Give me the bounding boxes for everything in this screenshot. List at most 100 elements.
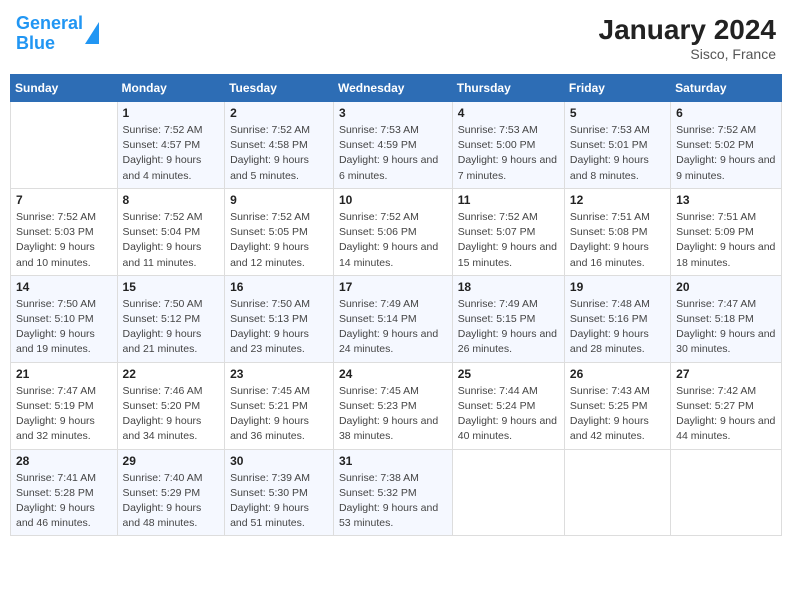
day-detail: Sunrise: 7:45 AMSunset: 5:23 PMDaylight:… [339,384,447,445]
day-number: 26 [570,367,665,381]
header-day-friday: Friday [564,75,670,102]
calendar-cell: 23 Sunrise: 7:45 AMSunset: 5:21 PMDayligh… [225,362,334,449]
day-detail: Sunrise: 7:52 AMSunset: 5:02 PMDaylight:… [676,123,776,184]
day-number: 19 [570,280,665,294]
day-detail: Sunrise: 7:52 AMSunset: 5:07 PMDaylight:… [458,210,559,271]
day-detail: Sunrise: 7:53 AMSunset: 5:01 PMDaylight:… [570,123,665,184]
day-number: 21 [16,367,112,381]
calendar-cell: 10Sunrise: 7:52 AMSunset: 5:06 PMDayligh… [333,188,452,275]
calendar-cell: 6Sunrise: 7:52 AMSunset: 5:02 PMDaylight… [671,102,782,189]
calendar-cell: 19 Sunrise: 7:48 AMSunset: 5:16 PMDayligh… [564,275,670,362]
day-number: 9 [230,193,328,207]
day-number: 22 [123,367,220,381]
day-number: 20 [676,280,776,294]
day-detail: Sunrise: 7:50 AMSunset: 5:10 PMDaylight:… [16,297,112,358]
day-detail: Sunrise: 7:52 AMSunset: 5:03 PMDaylight:… [16,210,112,271]
calendar-cell: 25 Sunrise: 7:44 AMSunset: 5:24 PMDayligh… [452,362,564,449]
page-header: GeneralBlue January 2024 Sisco, France [10,10,782,66]
calendar-cell [452,449,564,536]
calendar-cell: 31 Sunrise: 7:38 AMSunset: 5:32 PMDayligh… [333,449,452,536]
title-block: January 2024 Sisco, France [599,14,776,62]
header-day-thursday: Thursday [452,75,564,102]
calendar-cell: 1Sunrise: 7:52 AMSunset: 4:57 PMDaylight… [117,102,225,189]
day-detail: Sunrise: 7:47 AMSunset: 5:18 PMDaylight:… [676,297,776,358]
calendar-cell: 22Sunrise: 7:46 AMSunset: 5:20 PMDayligh… [117,362,225,449]
header-day-monday: Monday [117,75,225,102]
calendar-week-5: 28 Sunrise: 7:41 AMSunset: 5:28 PMDayligh… [11,449,782,536]
day-number: 28 [16,454,112,468]
day-detail: Sunrise: 7:49 AMSunset: 5:15 PMDaylight:… [458,297,559,358]
day-detail: Sunrise: 7:43 AMSunset: 5:25 PMDaylight:… [570,384,665,445]
day-detail: Sunrise: 7:40 AMSunset: 5:29 PMDaylight:… [123,471,220,532]
day-detail: Sunrise: 7:52 AMSunset: 4:57 PMDaylight:… [123,123,220,184]
day-number: 23 [230,367,328,381]
calendar-cell: 7Sunrise: 7:52 AMSunset: 5:03 PMDaylight… [11,188,118,275]
day-number: 31 [339,454,447,468]
header-day-saturday: Saturday [671,75,782,102]
calendar-cell: 12Sunrise: 7:51 AMSunset: 5:08 PMDayligh… [564,188,670,275]
day-number: 4 [458,106,559,120]
calendar-cell: 20 Sunrise: 7:47 AMSunset: 5:18 PMDayligh… [671,275,782,362]
calendar-cell: 11 Sunrise: 7:52 AMSunset: 5:07 PMDayligh… [452,188,564,275]
calendar-cell: 17 Sunrise: 7:49 AMSunset: 5:14 PMDayligh… [333,275,452,362]
day-detail: Sunrise: 7:52 AMSunset: 4:58 PMDaylight:… [230,123,328,184]
calendar-cell: 9 Sunrise: 7:52 AMSunset: 5:05 PMDaylight… [225,188,334,275]
calendar-cell [11,102,118,189]
calendar-cell: 16 Sunrise: 7:50 AMSunset: 5:13 PMDayligh… [225,275,334,362]
day-detail: Sunrise: 7:52 AMSunset: 5:04 PMDaylight:… [123,210,220,271]
calendar-cell: 30 Sunrise: 7:39 AMSunset: 5:30 PMDayligh… [225,449,334,536]
calendar-title: January 2024 [599,14,776,46]
day-detail: Sunrise: 7:41 AMSunset: 5:28 PMDaylight:… [16,471,112,532]
day-number: 8 [123,193,220,207]
calendar-week-2: 7Sunrise: 7:52 AMSunset: 5:03 PMDaylight… [11,188,782,275]
calendar-cell: 4 Sunrise: 7:53 AMSunset: 5:00 PMDaylight… [452,102,564,189]
day-detail: Sunrise: 7:53 AMSunset: 4:59 PMDaylight:… [339,123,447,184]
day-detail: Sunrise: 7:50 AMSunset: 5:12 PMDaylight:… [123,297,220,358]
calendar-cell: 26 Sunrise: 7:43 AMSunset: 5:25 PMDayligh… [564,362,670,449]
calendar-week-1: 1Sunrise: 7:52 AMSunset: 4:57 PMDaylight… [11,102,782,189]
calendar-week-4: 21Sunrise: 7:47 AMSunset: 5:19 PMDayligh… [11,362,782,449]
day-detail: Sunrise: 7:50 AMSunset: 5:13 PMDaylight:… [230,297,328,358]
day-number: 30 [230,454,328,468]
calendar-cell: 14 Sunrise: 7:50 AMSunset: 5:10 PMDayligh… [11,275,118,362]
day-detail: Sunrise: 7:39 AMSunset: 5:30 PMDaylight:… [230,471,328,532]
day-detail: Sunrise: 7:49 AMSunset: 5:14 PMDaylight:… [339,297,447,358]
day-detail: Sunrise: 7:51 AMSunset: 5:09 PMDaylight:… [676,210,776,271]
day-number: 11 [458,193,559,207]
calendar-week-3: 14 Sunrise: 7:50 AMSunset: 5:10 PMDayligh… [11,275,782,362]
day-number: 14 [16,280,112,294]
logo-icon [85,22,99,44]
day-number: 17 [339,280,447,294]
calendar-cell: 18 Sunrise: 7:49 AMSunset: 5:15 PMDayligh… [452,275,564,362]
day-number: 12 [570,193,665,207]
day-number: 16 [230,280,328,294]
header-row: SundayMondayTuesdayWednesdayThursdayFrid… [11,75,782,102]
calendar-cell: 27Sunrise: 7:42 AMSunset: 5:27 PMDayligh… [671,362,782,449]
day-detail: Sunrise: 7:45 AMSunset: 5:21 PMDaylight:… [230,384,328,445]
calendar-cell: 5Sunrise: 7:53 AMSunset: 5:01 PMDaylight… [564,102,670,189]
day-number: 10 [339,193,447,207]
day-detail: Sunrise: 7:44 AMSunset: 5:24 PMDaylight:… [458,384,559,445]
header-day-tuesday: Tuesday [225,75,334,102]
calendar-cell: 29 Sunrise: 7:40 AMSunset: 5:29 PMDayligh… [117,449,225,536]
calendar-cell: 28 Sunrise: 7:41 AMSunset: 5:28 PMDayligh… [11,449,118,536]
day-detail: Sunrise: 7:52 AMSunset: 5:05 PMDaylight:… [230,210,328,271]
day-number: 25 [458,367,559,381]
calendar-subtitle: Sisco, France [599,46,776,62]
header-day-wednesday: Wednesday [333,75,452,102]
logo: GeneralBlue [16,14,99,54]
calendar-cell: 2Sunrise: 7:52 AMSunset: 4:58 PMDaylight… [225,102,334,189]
day-detail: Sunrise: 7:38 AMSunset: 5:32 PMDaylight:… [339,471,447,532]
header-day-sunday: Sunday [11,75,118,102]
logo-text: GeneralBlue [16,14,83,54]
calendar-cell: 15 Sunrise: 7:50 AMSunset: 5:12 PMDayligh… [117,275,225,362]
day-number: 3 [339,106,447,120]
calendar-table: SundayMondayTuesdayWednesdayThursdayFrid… [10,74,782,536]
day-detail: Sunrise: 7:48 AMSunset: 5:16 PMDaylight:… [570,297,665,358]
calendar-cell [564,449,670,536]
day-number: 15 [123,280,220,294]
day-detail: Sunrise: 7:53 AMSunset: 5:00 PMDaylight:… [458,123,559,184]
day-number: 24 [339,367,447,381]
day-number: 29 [123,454,220,468]
day-number: 18 [458,280,559,294]
